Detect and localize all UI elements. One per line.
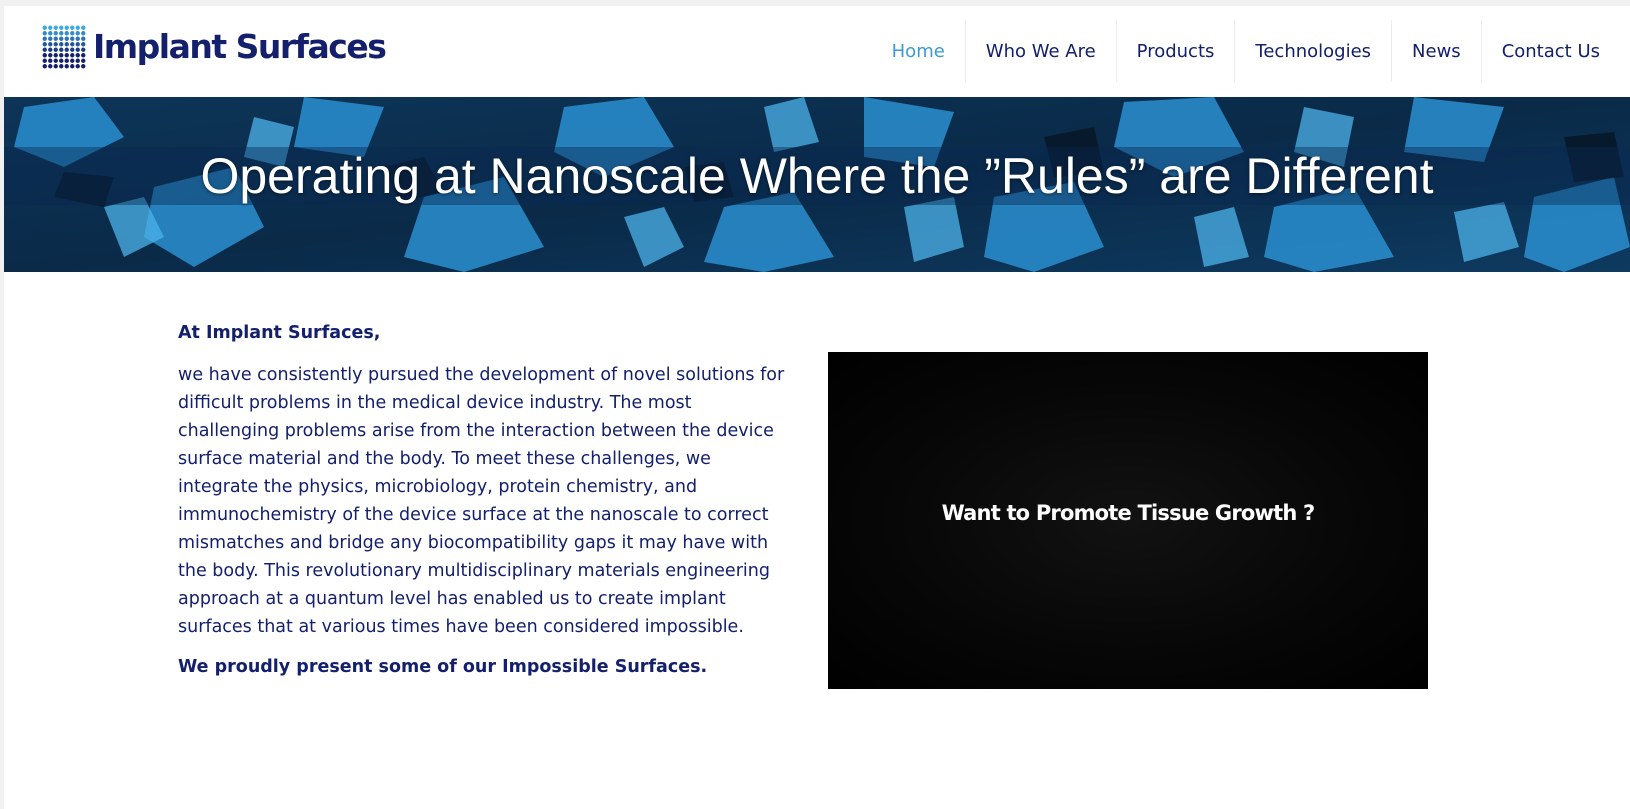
- logo-dot: [70, 42, 75, 47]
- logo-dot: [42, 47, 47, 52]
- logo-dot: [75, 36, 80, 41]
- logo-dot: [81, 25, 86, 30]
- logo-dot: [64, 31, 69, 36]
- logo-dot: [53, 64, 58, 69]
- logo-dot: [53, 36, 58, 41]
- logo-dot: [48, 64, 53, 69]
- logo-dot: [81, 53, 86, 58]
- logo-dot: [42, 31, 47, 36]
- logo-dot: [75, 58, 80, 63]
- logo-dot: [64, 58, 69, 63]
- logo-dot: [59, 36, 64, 41]
- logo-dot: [53, 58, 58, 63]
- site-header: Implant Surfaces Home Who We Are Product…: [4, 6, 1630, 97]
- nav-contact-us[interactable]: Contact Us: [1480, 20, 1620, 82]
- dot-grid-logo-icon: [42, 25, 86, 69]
- logo-dot: [59, 25, 64, 30]
- logo-dot: [70, 36, 75, 41]
- logo-dot: [64, 25, 69, 30]
- logo-dot: [42, 64, 47, 69]
- logo-dot: [48, 25, 53, 30]
- logo-dot: [75, 25, 80, 30]
- logo-dot: [59, 53, 64, 58]
- logo-dot: [75, 47, 80, 52]
- logo-dot: [81, 58, 86, 63]
- logo-dot: [59, 64, 64, 69]
- logo-dot: [70, 64, 75, 69]
- intro-closing: We proudly present some of our Impossibl…: [178, 657, 708, 677]
- logo-dot: [48, 36, 53, 41]
- logo-dot: [81, 47, 86, 52]
- intro-section: At Implant Surfaces, we have consistentl…: [178, 321, 788, 679]
- logo-dot: [64, 36, 69, 41]
- logo-dot: [70, 25, 75, 30]
- logo-dot: [59, 31, 64, 36]
- logo-text: Implant Surfaces: [93, 27, 387, 66]
- logo-dot: [42, 42, 47, 47]
- intro-body: we have consistently pursued the develop…: [178, 365, 785, 637]
- page: Implant Surfaces Home Who We Are Product…: [4, 6, 1630, 809]
- logo-dot: [64, 53, 69, 58]
- nav-who-we-are[interactable]: Who We Are: [964, 20, 1116, 82]
- logo[interactable]: Implant Surfaces: [42, 25, 387, 69]
- logo-dot: [53, 42, 58, 47]
- nav-products[interactable]: Products: [1115, 20, 1235, 82]
- nav-technologies[interactable]: Technologies: [1234, 20, 1391, 82]
- logo-dot: [81, 64, 86, 69]
- logo-dot: [64, 64, 69, 69]
- logo-dot: [75, 53, 80, 58]
- logo-dot: [48, 47, 53, 52]
- nav-news[interactable]: News: [1391, 20, 1481, 82]
- logo-dot: [70, 58, 75, 63]
- logo-dot: [75, 42, 80, 47]
- nav-home[interactable]: Home: [872, 20, 965, 82]
- banner-title: Operating at Nanoscale Where the ”Rules”…: [200, 148, 1434, 204]
- logo-dot: [42, 36, 47, 41]
- logo-dot: [64, 42, 69, 47]
- video-caption: Want to Promote Tissue Growth ?: [941, 501, 1316, 525]
- logo-dot: [81, 36, 86, 41]
- logo-dot: [75, 64, 80, 69]
- logo-dot: [59, 42, 64, 47]
- logo-dot: [48, 31, 53, 36]
- logo-dot: [81, 31, 86, 36]
- hero-banner: Operating at Nanoscale Where the ”Rules”…: [4, 97, 1630, 272]
- logo-dot: [48, 58, 53, 63]
- logo-dot: [42, 58, 47, 63]
- logo-dot: [42, 53, 47, 58]
- logo-dot: [75, 31, 80, 36]
- logo-dot: [48, 42, 53, 47]
- logo-dot: [53, 25, 58, 30]
- logo-dot: [53, 47, 58, 52]
- logo-dot: [53, 31, 58, 36]
- intro-heading: At Implant Surfaces,: [178, 323, 381, 343]
- logo-dot: [42, 25, 47, 30]
- logo-dot: [70, 31, 75, 36]
- logo-dot: [70, 53, 75, 58]
- logo-dot: [53, 53, 58, 58]
- logo-dot: [81, 42, 86, 47]
- logo-dot: [59, 47, 64, 52]
- logo-dot: [64, 47, 69, 52]
- logo-dot: [48, 53, 53, 58]
- logo-dot: [70, 47, 75, 52]
- main-nav: Home Who We Are Products Technologies Ne…: [872, 20, 1620, 82]
- logo-dot: [59, 58, 64, 63]
- video-player[interactable]: Want to Promote Tissue Growth ?: [828, 352, 1428, 689]
